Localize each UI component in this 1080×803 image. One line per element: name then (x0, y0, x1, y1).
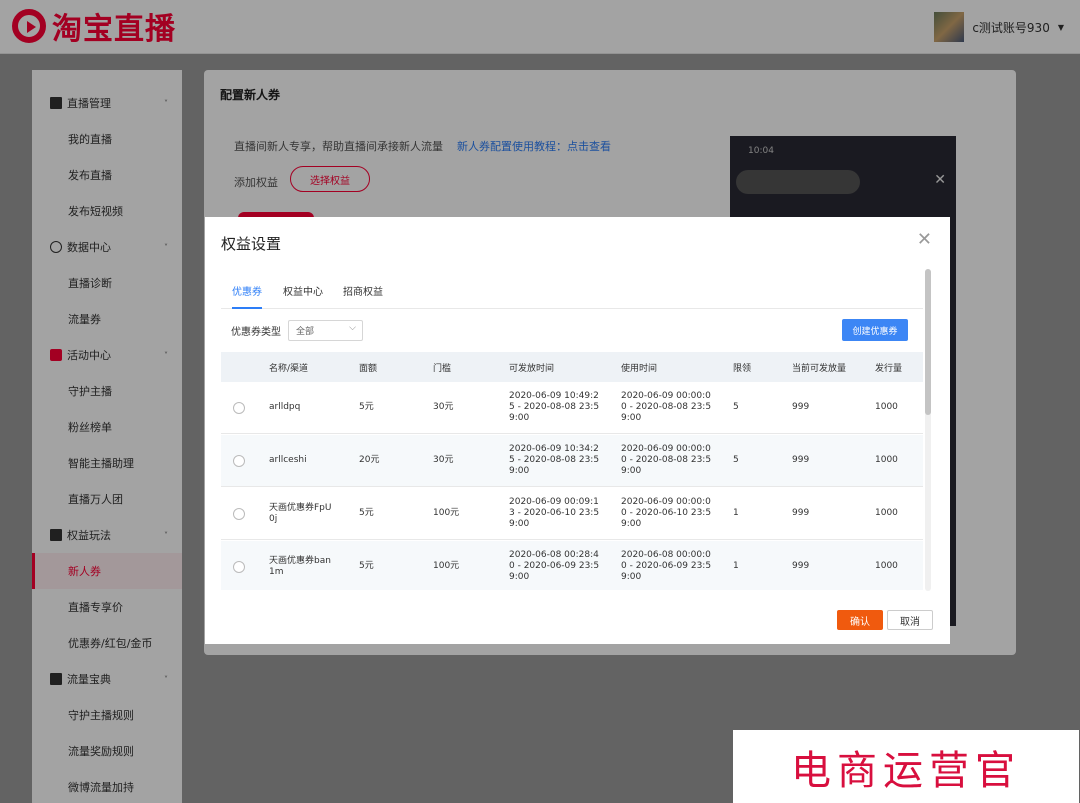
coupon-table: 名称/渠道 面额 门槛 可发放时间 使用时间 限领 当前可发放量 发行量 arl… (221, 352, 923, 590)
cell-threshold: 100元 (433, 508, 460, 518)
column-header: 门槛 (433, 364, 452, 374)
cell-amount: 20元 (359, 455, 380, 465)
cell-name: arllceshi (269, 455, 307, 465)
coupon-type-select[interactable]: 全部 ⌵ (288, 320, 363, 341)
table-header: 名称/渠道 面额 门槛 可发放时间 使用时间 限领 当前可发放量 发行量 (221, 352, 923, 382)
cell-limit: 5 (733, 455, 739, 465)
cell-available: 999 (792, 508, 810, 518)
column-header: 面额 (359, 364, 378, 374)
coupon-type-value: 全部 (296, 327, 315, 337)
cell-amount: 5元 (359, 508, 374, 518)
row-radio[interactable] (233, 561, 245, 573)
tab-bar: 优惠券 权益中心 招商权益 (221, 271, 923, 309)
cell-use-time: 2020-06-09 00:00:0 0 - 2020-08-08 23:5 9… (621, 391, 712, 423)
cancel-button[interactable]: 取消 (887, 610, 933, 630)
column-header: 发行量 (875, 364, 903, 374)
cell-available: 999 (792, 455, 810, 465)
column-header: 可发放时间 (509, 364, 555, 374)
row-radio[interactable] (233, 402, 245, 414)
cell-issue-time: 2020-06-08 00:28:4 0 - 2020-06-09 23:5 9… (509, 550, 600, 582)
column-header: 名称/渠道 (269, 364, 309, 374)
cell-amount: 5元 (359, 561, 374, 571)
row-radio[interactable] (233, 455, 245, 467)
cell-issue-time: 2020-06-09 00:09:1 3 - 2020-06-10 23:5 9… (509, 497, 600, 529)
chevron-down-icon: ⌵ (349, 323, 356, 333)
create-coupon-button[interactable]: 创建优惠券 (842, 319, 908, 341)
cell-name: 天画优惠券FpU 0j (269, 503, 332, 524)
cell-issue-time: 2020-06-09 10:49:2 5 - 2020-08-08 23:5 9… (509, 391, 600, 423)
tab-merchant-benefit[interactable]: 招商权益 (343, 283, 383, 309)
column-header: 限领 (733, 364, 752, 374)
cell-total: 1000 (875, 402, 898, 412)
tab-coupon[interactable]: 优惠券 (232, 283, 262, 309)
cell-threshold: 100元 (433, 561, 460, 571)
scrollbar[interactable] (925, 269, 931, 591)
cell-amount: 5元 (359, 402, 374, 412)
table-row[interactable]: arlldpq 5元 30元 2020-06-09 10:49:2 5 - 2020-… (221, 382, 923, 434)
cell-limit: 5 (733, 402, 739, 412)
coupon-type-label: 优惠券类型 (231, 327, 281, 338)
column-header: 使用时间 (621, 364, 658, 374)
cell-threshold: 30元 (433, 402, 454, 412)
benefit-settings-modal: 权益设置 ✕ 优惠券 权益中心 招商权益 优惠券类型 全部 ⌵ 创建优惠券 名称… (205, 217, 950, 644)
close-icon[interactable]: ✕ (917, 231, 932, 249)
cell-limit: 1 (733, 561, 739, 571)
table-row[interactable]: 天画优惠券ban 1m 5元 100元 2020-06-08 00:28:4 0 - … (221, 541, 923, 590)
cell-use-time: 2020-06-09 00:00:0 0 - 2020-06-10 23:5 9… (621, 497, 712, 529)
cell-available: 999 (792, 402, 810, 412)
cell-issue-time: 2020-06-09 10:34:2 5 - 2020-08-08 23:5 9… (509, 444, 600, 476)
cell-available: 999 (792, 561, 810, 571)
table-row[interactable]: arllceshi 20元 30元 2020-06-09 10:34:2 5 - 20… (221, 435, 923, 487)
scrollbar-thumb[interactable] (925, 269, 931, 415)
column-header: 当前可发放量 (792, 364, 847, 374)
cell-total: 1000 (875, 561, 898, 571)
cell-use-time: 2020-06-09 00:00:0 0 - 2020-08-08 23:5 9… (621, 444, 712, 476)
cell-use-time: 2020-06-08 00:00:0 0 - 2020-06-09 23:5 9… (621, 550, 712, 582)
cell-name: 天画优惠券ban 1m (269, 556, 331, 577)
table-row[interactable]: 天画优惠券FpU 0j 5元 100元 2020-06-09 00:09:1 3 - … (221, 488, 923, 540)
cell-limit: 1 (733, 508, 739, 518)
modal-title: 权益设置 (221, 235, 282, 253)
cell-threshold: 30元 (433, 455, 454, 465)
watermark: 电商运营官 (733, 730, 1079, 803)
row-radio[interactable] (233, 508, 245, 520)
confirm-button[interactable]: 确认 (837, 610, 883, 630)
cell-total: 1000 (875, 455, 898, 465)
tab-benefit-center[interactable]: 权益中心 (283, 283, 323, 309)
cell-total: 1000 (875, 508, 898, 518)
cell-name: arlldpq (269, 402, 301, 412)
